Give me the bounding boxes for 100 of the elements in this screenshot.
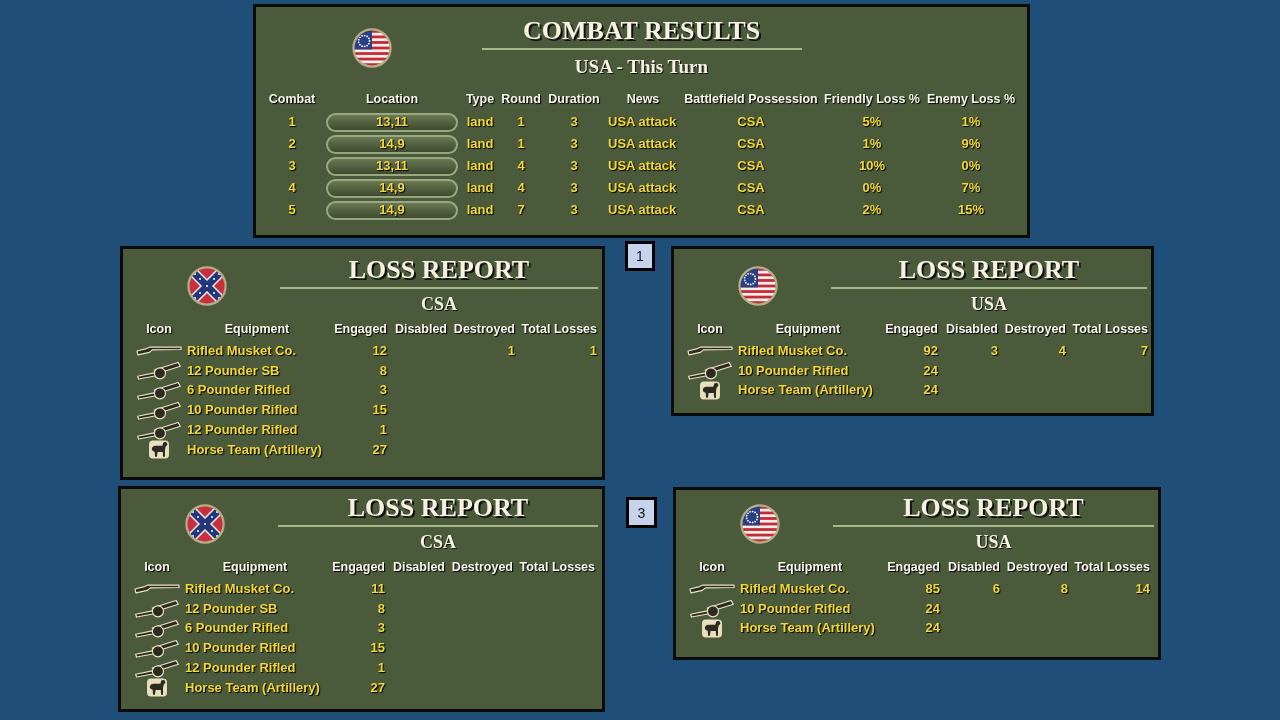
table-cell: 15% — [958, 202, 984, 218]
cannon-icon — [134, 619, 180, 638]
table-cell: 3 — [570, 158, 578, 174]
column-header: Destroyed — [453, 321, 515, 337]
page-number-tag: 1 — [625, 241, 655, 271]
table-cell: 12 — [372, 342, 387, 359]
table-cell: 12 Pounder Rifled — [187, 422, 298, 439]
column-header: Battlefield Possession — [684, 91, 818, 107]
table-cell: 1 — [517, 136, 525, 152]
table-cell: 10 Pounder Rifled — [740, 600, 851, 617]
table-cell: 27 — [370, 679, 385, 696]
table-cell: CSA — [737, 158, 765, 174]
table-cell: 1 — [517, 114, 525, 130]
cannon-icon — [689, 599, 735, 619]
column-header: Equipment — [224, 321, 290, 337]
table-cell: 11 — [371, 580, 385, 597]
cannon-icon — [134, 658, 180, 678]
table-cell: 3 — [570, 180, 578, 196]
table-cell: land — [466, 158, 494, 174]
table-cell: 24 — [925, 620, 940, 637]
musket-icon — [687, 345, 733, 357]
cannon-icon — [136, 400, 182, 420]
table-cell: 8 — [1060, 580, 1068, 597]
panel-subtitle: CSA — [421, 293, 457, 315]
musket-icon — [689, 583, 735, 595]
column-header: Enemy Loss % — [926, 91, 1016, 107]
column-header: Icon — [699, 559, 725, 575]
column-header: Location — [365, 91, 419, 107]
table-cell: CSA — [737, 114, 765, 130]
column-header: Disabled — [392, 559, 445, 575]
stars-stripes-flag-icon — [740, 503, 780, 544]
panel-subtitle: USA — [975, 531, 1012, 553]
table-cell: 1% — [862, 136, 882, 152]
cannon-icon — [687, 361, 733, 381]
table-cell: land — [466, 202, 494, 218]
table-cell: 12 Pounder SB — [187, 362, 280, 379]
panel-title: LOSS REPORT — [903, 494, 1084, 522]
table-cell: Horse Team (Artillery) — [185, 679, 320, 696]
table-cell: Horse Team (Artillery) — [740, 620, 875, 637]
table-cell: 3 — [570, 136, 578, 152]
table-cell: Rifled Musket Co. — [738, 342, 848, 359]
column-header: Friendly Loss % — [824, 91, 920, 107]
table-cell: 3 — [570, 114, 578, 130]
table-cell: 24 — [923, 362, 938, 379]
musket-icon — [134, 583, 180, 595]
saltire-flag-icon — [187, 265, 227, 306]
horse-icon — [146, 678, 168, 698]
table-cell: 3 — [288, 158, 296, 174]
column-header: Engaged — [332, 559, 385, 575]
table-cell: 9% — [961, 136, 981, 152]
table-cell: 6 — [992, 580, 1000, 597]
table-cell: 1 — [377, 660, 385, 677]
page-number-tag: 3 — [626, 497, 657, 528]
table-cell: 7% — [961, 180, 981, 196]
column-header: Engaged — [885, 321, 938, 337]
column-header: News — [626, 91, 660, 107]
table-cell: 24 — [923, 382, 938, 399]
table-cell: 7 — [1140, 342, 1148, 359]
table-cell: 92 — [923, 342, 938, 359]
column-header: Equipment — [775, 321, 841, 337]
table-cell: 14 — [1135, 580, 1150, 597]
table-cell: 8 — [377, 600, 385, 617]
table-cell: 7 — [517, 202, 525, 218]
table-cell: 2 — [288, 136, 296, 152]
saltire-flag-icon — [185, 503, 225, 544]
column-header: Disabled — [947, 559, 1000, 575]
location-button[interactable]: 13,11 — [326, 112, 458, 132]
location-button[interactable]: 13,11 — [326, 156, 458, 176]
stars-stripes-flag-icon — [352, 28, 392, 68]
table-cell: 1% — [961, 114, 981, 130]
table-cell: 10% — [859, 158, 885, 174]
table-cell: 5% — [862, 114, 882, 130]
table-cell: 10 Pounder Rifled — [185, 640, 296, 657]
table-cell: 5 — [288, 202, 296, 218]
column-header: Type — [465, 91, 495, 107]
location-button[interactable]: 14,9 — [326, 134, 458, 154]
column-header: Round — [501, 91, 541, 107]
column-header: Destroyed — [1004, 321, 1066, 337]
table-cell: 1 — [379, 422, 387, 439]
stars-stripes-flag-icon — [738, 265, 778, 306]
table-cell: Rifled Musket Co. — [187, 342, 297, 359]
table-cell: 3 — [377, 620, 385, 637]
location-button[interactable]: 14,9 — [326, 200, 458, 220]
location-button[interactable]: 14,9 — [326, 178, 458, 198]
table-cell: 10 Pounder Rifled — [738, 362, 849, 379]
column-header: Engaged — [334, 321, 387, 337]
table-cell: 2% — [862, 202, 882, 218]
table-cell: 0% — [862, 180, 882, 196]
table-cell: 3 — [990, 342, 998, 359]
column-header: Icon — [144, 559, 170, 575]
column-header: Destroyed — [451, 559, 513, 575]
column-header: Total Losses — [1074, 559, 1150, 575]
table-cell: USA attack — [608, 202, 677, 218]
table-cell: 4 — [517, 180, 525, 196]
column-header: Combat — [268, 91, 316, 107]
musket-icon — [136, 345, 182, 357]
cannon-icon — [136, 420, 182, 440]
table-cell: 10 Pounder Rifled — [187, 402, 298, 419]
column-header: Disabled — [394, 321, 447, 337]
table-cell: 4 — [1058, 342, 1066, 359]
